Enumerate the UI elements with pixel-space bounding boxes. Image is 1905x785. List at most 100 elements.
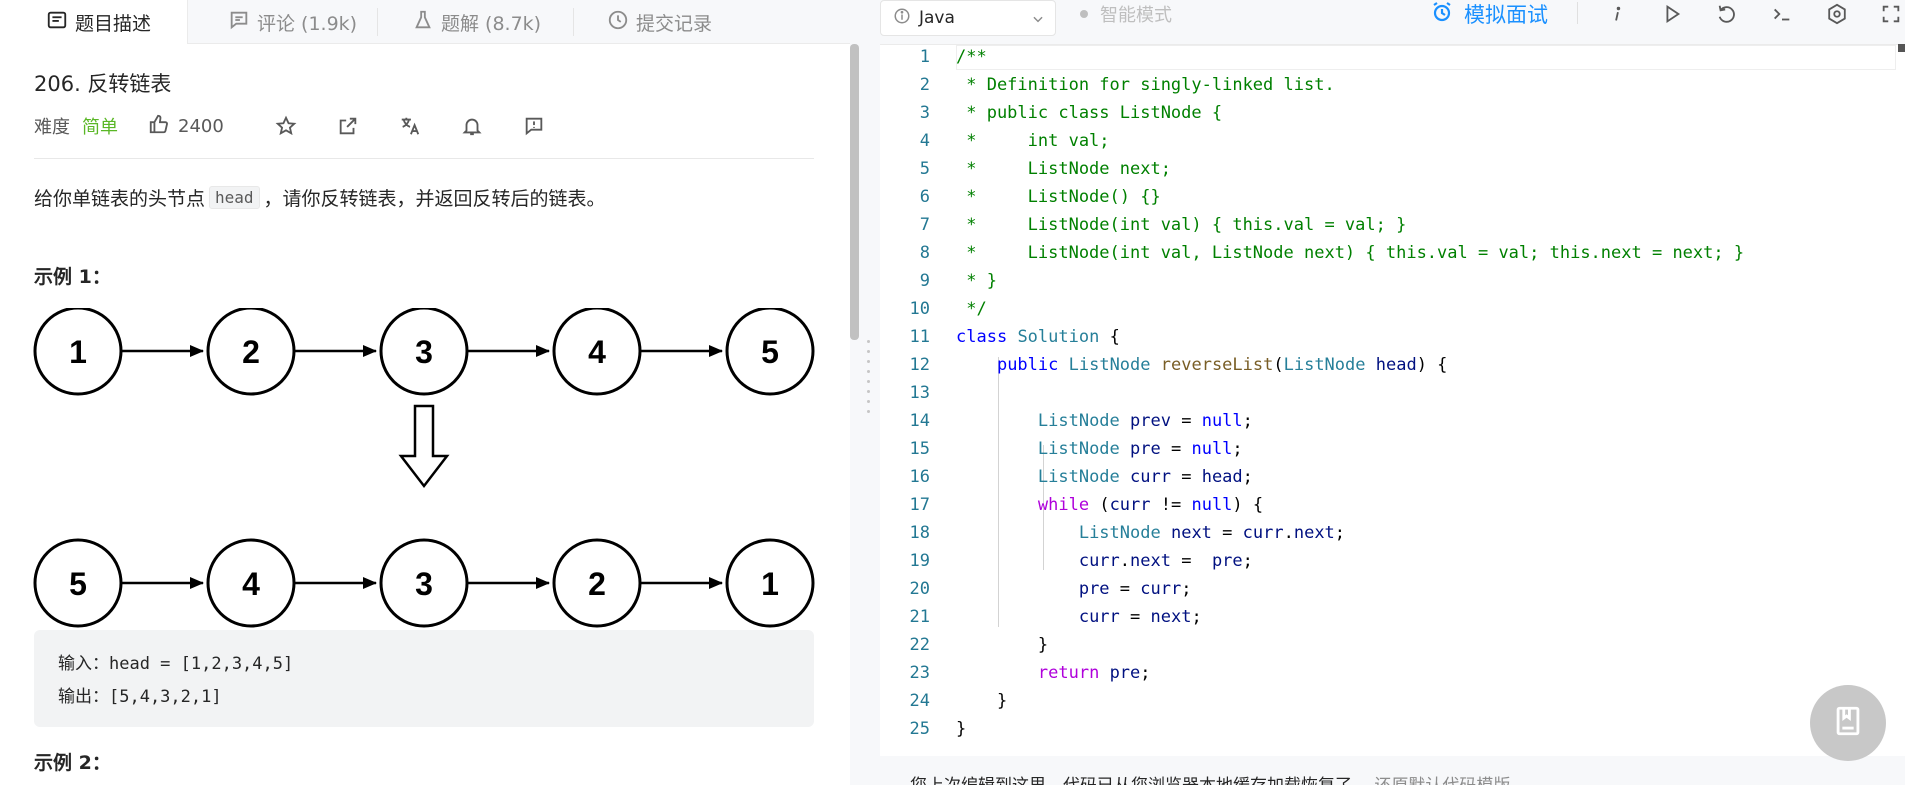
status-dot-icon [1080,10,1088,18]
code-line: class Solution { [956,327,1120,347]
line-number: 20 [909,579,930,599]
leetcode-app: 题目描述 评论 (1.9k) 题解 (8.7k) 提交记录 206. 反转链表 … [0,0,1905,785]
line-number: 8 [919,243,930,263]
code-line: public ListNode reverseList(ListNode hea… [996,355,1448,375]
list-node: 1 [725,538,815,628]
line-number: 2 [919,75,930,95]
description-icon [46,9,68,36]
info-icon [893,7,911,30]
code-line: * ListNode() {} [956,187,1161,207]
list-node: 3 [379,538,469,628]
line-number: 9 [919,271,930,291]
example-output: 输出：[5,4,3,2,1] [58,687,222,707]
list-node: 3 [379,308,469,396]
line-number: 24 [909,691,930,711]
line-number: 1 [919,47,930,67]
star-icon[interactable] [274,114,298,138]
code-line: * ListNode(int val, ListNode next) { thi… [956,243,1745,263]
list-node: 2 [552,538,642,628]
problem-description: 给你单链表的头节点 head ，请你反转链表，并返回反转后的链表。 [34,184,606,211]
code-line: * int val; [956,131,1110,151]
code-line: ListNode pre = null; [1037,439,1243,459]
tab-label: 题解 (8.7k) [441,12,542,35]
code-line: } [956,635,1049,655]
line-number: 3 [919,103,930,123]
feedback-icon[interactable] [522,114,546,138]
tab-divider [377,8,378,36]
description-text: 给你单链表的头节点 [34,188,206,210]
list-node: 4 [206,538,296,628]
settings-gear-icon[interactable] [1822,0,1852,28]
code-line: while (curr != null) { [1037,495,1264,515]
line-number: 14 [909,411,930,431]
line-number: 4 [919,131,930,151]
line-number: 23 [909,663,930,683]
language-value: Java [919,8,955,28]
example-input: 输入：head = [1,2,3,4,5] [58,654,294,674]
code-line: * ListNode next; [956,159,1171,179]
tab-comments[interactable]: 评论 (1.9k) [228,0,357,44]
line-number: 13 [909,383,930,403]
line-number: 16 [909,467,930,487]
line-number: 5 [919,159,930,179]
reset-undo-icon[interactable] [1712,0,1742,28]
mock-interview-button[interactable]: 模拟面试 [1430,0,1548,28]
translate-icon[interactable] [398,114,422,138]
like-count: 2400 [178,115,224,137]
list-node: 2 [206,308,296,396]
node-value: 1 [69,334,87,370]
node-value: 2 [242,334,260,370]
left-scrollbar[interactable] [850,44,859,340]
restore-default-link[interactable]: 还原默认代码模版 [1374,776,1510,785]
share-icon[interactable] [336,114,360,138]
editor-toolbar: Java 智能模式 模拟面试 [880,0,1905,44]
code-line: ListNode prev = null; [1037,411,1253,431]
info-italic-icon[interactable] [1602,0,1632,28]
code-line: * Definition for singly-linked list. [956,75,1335,95]
bell-icon[interactable] [460,114,484,138]
editor-scrollbar[interactable] [1898,44,1905,52]
node-value: 3 [415,566,433,602]
list-node: 5 [725,308,815,396]
problem-tabs: 题目描述 评论 (1.9k) 题解 (8.7k) 提交记录 [0,0,850,45]
code-line: ListNode curr = head; [1037,467,1253,487]
line-number: 15 [909,439,930,459]
code-line: } [956,719,967,739]
splitter-grip[interactable] [866,340,872,418]
line-number: 7 [919,215,930,235]
tab-description[interactable]: 题目描述 [0,0,188,45]
code-line: pre = curr; [1078,579,1192,599]
tab-label: 题目描述 [75,13,152,35]
difficulty-badge: 简单 [82,117,118,138]
run-play-icon[interactable] [1657,0,1687,28]
difficulty-label: 难度 [34,117,70,138]
like-button[interactable]: 2400 [148,113,224,140]
language-select[interactable]: Java [880,0,1056,36]
code-line: curr.next = pre; [1078,551,1253,571]
line-number: 17 [909,495,930,515]
node-value: 2 [588,566,606,602]
fullscreen-icon[interactable] [1877,0,1905,28]
panel-splitter[interactable] [859,0,880,785]
smart-mode-toggle[interactable]: 智能模式 [1080,0,1172,28]
line-number: 19 [909,551,930,571]
tab-submissions[interactable]: 提交记录 [607,0,712,44]
code-line: */ [956,299,987,319]
list-node: 4 [552,308,642,396]
code-line: * public class ListNode { [956,103,1223,123]
meta-divider [34,158,814,159]
tab-solutions[interactable]: 题解 (8.7k) [412,0,541,44]
comment-icon [228,9,250,36]
line-number: 21 [909,607,930,627]
linked-list-diagram: 1 2 3 4 5 5 4 3 2 1 [33,308,815,628]
terminal-icon[interactable] [1767,0,1797,28]
inline-code-head: head [209,186,260,209]
problem-panel: 题目描述 评论 (1.9k) 题解 (8.7k) 提交记录 206. 反转链表 … [0,0,850,785]
code-editor[interactable]: 1 /** 2 * Definition for singly-linked l… [880,44,1905,756]
smart-mode-label: 智能模式 [1100,5,1172,26]
problem-content: 206. 反转链表 难度 简单 2400 给你单链表的头节点 head ，请你反… [0,44,850,785]
cache-restore-hint: 您上次编辑到这里，代码已从您浏览器本地缓存加载恢复了。 还原默认代码模版 [910,771,1510,785]
notes-fab-button[interactable] [1810,685,1886,761]
line-number: 12 [909,355,930,375]
node-value: 3 [415,334,433,370]
